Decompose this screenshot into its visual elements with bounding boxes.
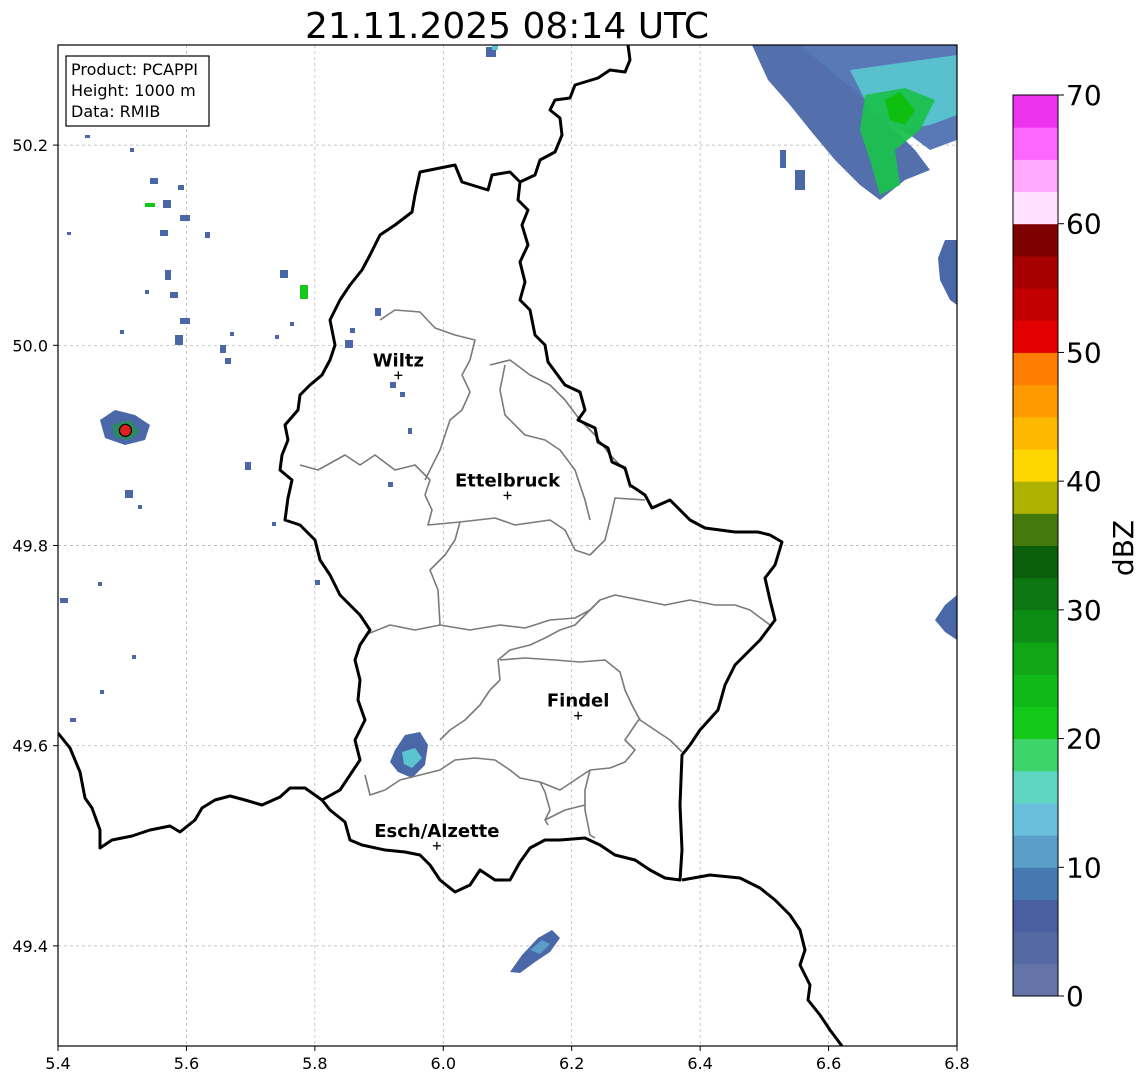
x-tick-label: 5.6 <box>174 1054 199 1073</box>
colorbar-cell <box>1013 481 1058 514</box>
colorbar-cell <box>1013 288 1058 321</box>
colorbar-cell <box>1013 802 1058 836</box>
map-plot-area: 5.4 5.6 5.8 6.0 6.2 6.4 6.6 6.8 50.2 50.0 49.8 49.6… <box>12 44 970 1073</box>
colorbar-cell <box>1013 899 1058 933</box>
colorbar-cell <box>1013 867 1058 900</box>
city-label: Esch/Alzette <box>374 821 499 842</box>
info-data-source: Data: RMIB <box>71 102 160 121</box>
colorbar-cell <box>1013 255 1058 289</box>
colorbar-cell <box>1013 416 1058 450</box>
y-tick-label: 49.6 <box>12 737 48 756</box>
colorbar-cell <box>1013 545 1058 579</box>
x-tick-label: 6.2 <box>559 1054 584 1073</box>
city-label: Findel <box>547 691 610 712</box>
colorbar-unit-label: dBZ <box>1107 520 1140 576</box>
colorbar-tick-label: 0 <box>1066 980 1084 1013</box>
colorbar-cell <box>1013 642 1058 675</box>
x-tick-label: 6.8 <box>944 1054 969 1073</box>
colorbar-tick-label: 20 <box>1066 723 1102 756</box>
colorbar-cell <box>1013 513 1058 546</box>
info-product: Product: PCAPPI <box>71 60 198 79</box>
colorbar-cell <box>1013 963 1058 997</box>
colorbar-tick-label: 30 <box>1066 594 1102 627</box>
info-height: Height: 1000 m <box>71 81 196 100</box>
colorbar-cell <box>1013 127 1058 160</box>
colorbar-ticks: 0 10 20 30 40 50 60 70 <box>1058 79 1102 1013</box>
colorbar-cell <box>1013 835 1058 868</box>
colorbar-tick-label: 60 <box>1066 208 1102 241</box>
colorbar-cell <box>1013 609 1058 643</box>
colorbar-cell <box>1013 738 1058 772</box>
colorbar-cell <box>1013 320 1058 353</box>
x-tick-label: 6.6 <box>816 1054 841 1073</box>
y-tick-label: 49.8 <box>12 537 48 556</box>
colorbar-cell <box>1013 577 1058 611</box>
dbz-colorbar: 0 10 20 30 40 50 60 70 dBZ <box>1012 79 1140 1013</box>
x-tick-label: 6.0 <box>431 1054 456 1073</box>
colorbar-cell <box>1013 384 1058 418</box>
radar-map-figure: 21.11.2025 08:14 UTC 5.4 5.6 5.8 6.0 6.2… <box>12 6 1140 1073</box>
colorbar-color-cells <box>1013 95 1058 997</box>
colorbar-cell <box>1013 770 1058 804</box>
colorbar-cell <box>1013 931 1058 965</box>
x-tick-label: 6.4 <box>687 1054 712 1073</box>
city-label: Ettelbruck <box>455 470 561 491</box>
colorbar-cell <box>1013 448 1058 482</box>
colorbar-cell <box>1013 674 1058 707</box>
colorbar-tick-label: 70 <box>1066 79 1102 112</box>
y-tick-label: 50.2 <box>12 136 48 155</box>
colorbar-tick-label: 10 <box>1066 851 1102 884</box>
colorbar-cell <box>1013 95 1058 128</box>
radar-site-marker <box>118 423 133 437</box>
product-info-box: Product: PCAPPI Height: 1000 m Data: RMI… <box>65 55 210 127</box>
colorbar-tick-label: 50 <box>1066 336 1102 369</box>
colorbar-cell <box>1013 191 1058 225</box>
colorbar-cell <box>1013 706 1058 740</box>
x-tick-label: 5.8 <box>302 1054 327 1073</box>
city-label: Wiltz <box>373 350 424 371</box>
colorbar-cell <box>1013 223 1058 257</box>
colorbar-tick-label: 40 <box>1066 465 1102 498</box>
x-tick-label: 5.4 <box>45 1054 70 1073</box>
colorbar-cell <box>1013 352 1058 386</box>
y-tick-label: 49.4 <box>12 937 48 956</box>
map-title: 21.11.2025 08:14 UTC <box>305 6 709 47</box>
y-tick-label: 50.0 <box>12 336 48 355</box>
colorbar-cell <box>1013 159 1058 193</box>
